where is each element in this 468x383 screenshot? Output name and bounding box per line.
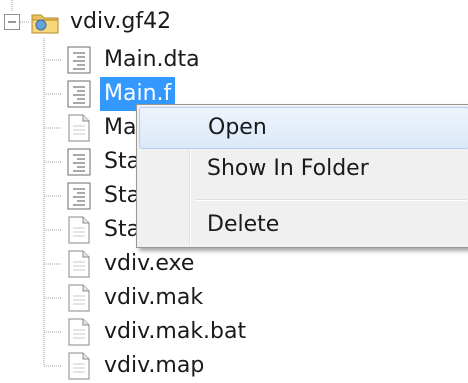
menu-item-show-in-folder[interactable]: Show In Folder: [139, 149, 468, 189]
context-menu: Open Show In Folder Delete: [136, 104, 468, 248]
tree-item[interactable]: vdiv.mak.bat: [64, 315, 250, 349]
text-file-icon: [68, 352, 90, 380]
tree-item-label: vdiv.mak: [104, 285, 204, 310]
tree-root-label: vdiv.gf42: [70, 9, 172, 34]
tree-item[interactable]: Main.dta: [64, 43, 204, 77]
collapse-expander-icon[interactable]: [4, 14, 20, 30]
tree-item-label: Main.dta: [104, 47, 200, 72]
tree-item[interactable]: Ma: [64, 111, 140, 145]
menu-separator: [195, 199, 467, 201]
menu-item-label: Delete: [207, 212, 280, 237]
tree-item[interactable]: Sta: [64, 145, 144, 179]
tree-item-label: Ma: [104, 115, 137, 140]
tree-root-folder[interactable]: vdiv.gf42: [30, 5, 175, 39]
tree-item[interactable]: vdiv.mak: [64, 281, 207, 315]
text-file-icon: [68, 318, 90, 346]
menu-item-label: Show In Folder: [207, 156, 369, 181]
text-file-icon: [68, 114, 90, 142]
tree-item-label: vdiv.mak.bat: [104, 319, 247, 344]
module-file-icon: [67, 46, 91, 74]
text-file-icon: [68, 216, 90, 244]
tree-item[interactable]: vdiv.map: [64, 349, 208, 383]
tree-item[interactable]: Sta: [64, 213, 144, 247]
folder-icon: [31, 14, 59, 34]
menu-item-open[interactable]: Open: [139, 107, 468, 149]
text-file-icon: [68, 250, 90, 278]
tree-item[interactable]: vdiv.exe: [64, 247, 198, 281]
menu-item-label: Open: [208, 115, 267, 140]
module-file-icon: [67, 148, 91, 176]
module-file-icon: [67, 80, 91, 108]
menu-item-delete[interactable]: Delete: [139, 205, 468, 245]
text-file-icon: [68, 284, 90, 312]
tree-item-label: vdiv.map: [104, 353, 205, 378]
module-file-icon: [67, 182, 91, 210]
tree-item-label: vdiv.exe: [104, 251, 195, 276]
tree-item[interactable]: Sta: [64, 179, 144, 213]
